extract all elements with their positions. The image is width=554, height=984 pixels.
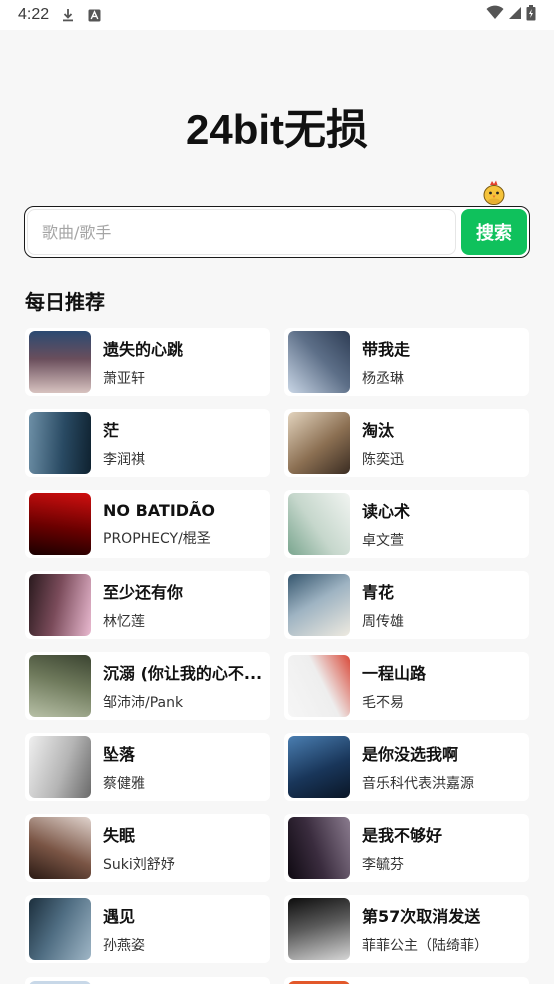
status-bar: 4:22	[0, 0, 554, 30]
status-right	[486, 4, 536, 26]
app-title: 24bit无损	[185, 106, 369, 153]
song-card[interactable]: 茫李润祺	[25, 409, 270, 477]
song-artist: 卓文萱	[362, 533, 404, 549]
download-icon	[61, 8, 75, 22]
song-artist: Suki刘舒妤	[103, 857, 175, 873]
song-card[interactable]: 带我走 杨丞琳	[284, 328, 529, 396]
song-title: 青花	[362, 583, 395, 602]
song-meta: 失眠 Suki刘舒妤	[103, 822, 175, 874]
song-title: 遇见	[103, 907, 136, 926]
wifi-icon	[486, 5, 504, 25]
battery-icon	[526, 4, 536, 26]
song-cover	[29, 574, 91, 636]
song-meta: 是你没选我啊 音乐科代表洪嘉源	[362, 741, 474, 793]
song-card[interactable]: 是你没选我啊 音乐科代表洪嘉源	[284, 733, 529, 801]
song-card[interactable]: 至少还有你 林忆莲	[25, 571, 270, 639]
song-card[interactable]: 失眠 Suki刘舒妤	[25, 814, 270, 882]
song-cover	[29, 412, 91, 474]
song-meta: 至少还有你 林忆莲	[103, 579, 183, 631]
song-cover	[29, 898, 91, 960]
song-cover	[288, 574, 350, 636]
song-meta: 茫李润祺	[103, 417, 145, 469]
song-title: 沉溺 (你让我的心不...	[103, 664, 263, 683]
song-cover	[29, 736, 91, 798]
song-title: 坠落	[103, 745, 136, 764]
song-card-partial[interactable]	[284, 977, 529, 984]
song-title: 茫	[103, 421, 120, 440]
song-artist: 萧亚轩	[103, 371, 145, 387]
song-title: 至少还有你	[103, 583, 184, 602]
song-cover	[288, 331, 350, 393]
song-meta: 是我不够好 李毓芬	[362, 822, 442, 874]
daily-recommend-title: 每日推荐	[25, 290, 105, 314]
song-artist: 杨丞琳	[362, 371, 404, 387]
song-meta: 沉溺 (你让我的心不... 邹沛沛/Pank	[103, 660, 262, 712]
song-meta: 遗失的心跳 萧亚轩	[103, 336, 183, 388]
song-artist: 毛不易	[362, 695, 404, 711]
search-button[interactable]: 搜索	[461, 209, 527, 255]
song-meta: 读心术 卓文萱	[362, 498, 410, 550]
font-a-icon	[87, 8, 101, 22]
status-time: 4:22	[18, 6, 50, 23]
song-meta: NO BATIDÃO PROPHECY/棍圣	[103, 501, 215, 548]
song-title: NO BATIDÃO	[103, 500, 216, 520]
song-artist: 菲菲公主（陆绮菲）	[362, 938, 488, 954]
song-artist: 李毓芬	[362, 857, 404, 873]
song-cover	[288, 898, 350, 960]
song-title: 失眠	[103, 826, 136, 845]
song-meta: 遇见 孙燕姿	[103, 903, 145, 955]
song-cover	[29, 493, 91, 555]
song-card[interactable]: 坠落 蔡健雅	[25, 733, 270, 801]
song-artist: 陈奕迅	[362, 452, 404, 468]
song-artist: 林忆莲	[103, 614, 145, 630]
song-title: 是你没选我啊	[362, 745, 459, 764]
song-card[interactable]: NO BATIDÃO PROPHECY/棍圣	[25, 490, 270, 558]
song-title: 是我不够好	[362, 826, 443, 845]
song-title: 读心术	[362, 502, 411, 521]
song-artist: 周传雄	[362, 614, 404, 630]
song-meta: 青花 周传雄	[362, 579, 404, 631]
song-meta: 一程山路 毛不易	[362, 660, 426, 712]
song-card[interactable]: 青花 周传雄	[284, 571, 529, 639]
song-card[interactable]: 淘汰 陈奕迅	[284, 409, 529, 477]
song-meta: 第57次取消发送 菲菲公主（陆绮菲）	[362, 903, 488, 955]
song-title: 淘汰	[362, 421, 395, 440]
chick-mascot-icon	[482, 180, 506, 206]
song-cover	[29, 817, 91, 879]
song-cover	[288, 655, 350, 717]
song-artist: 李润祺	[103, 452, 145, 468]
status-left: 4:22	[18, 6, 101, 24]
song-cover	[288, 412, 350, 474]
song-artist: PROPHECY/棍圣	[103, 530, 211, 547]
song-grid: 遗失的心跳萧亚轩 带我走杨丞琳茫李润祺 淘汰陈奕迅 NO BATIDÃO PROPHEC…	[25, 328, 529, 963]
song-title: 一程山路	[362, 664, 427, 683]
song-artist: 蔡健雅	[103, 776, 145, 792]
song-cover	[288, 817, 350, 879]
song-title: 第57次取消发送	[362, 907, 481, 926]
song-title: 带我走	[362, 340, 411, 359]
song-cover	[288, 736, 350, 798]
song-artist: 孙燕姿	[103, 938, 145, 954]
song-artist: 音乐科代表洪嘉源	[362, 776, 474, 792]
song-meta: 淘汰 陈奕迅	[362, 417, 404, 469]
song-card[interactable]: 遗失的心跳 萧亚轩	[25, 328, 270, 396]
song-card[interactable]: 一程山路 毛不易	[284, 652, 529, 720]
song-meta: 带我走 杨丞琳	[362, 336, 410, 388]
search-bar: 搜索	[24, 206, 530, 258]
song-card[interactable]: 沉溺 (你让我的心不... 邹沛沛/Pank	[25, 652, 270, 720]
song-artist: 邹沛沛/Pank	[103, 695, 184, 711]
song-title: 遗失的心跳	[103, 340, 184, 359]
song-card[interactable]: 读心术 卓文萱	[284, 490, 529, 558]
song-meta: 坠落 蔡健雅	[103, 741, 145, 793]
song-cover	[29, 655, 91, 717]
song-card[interactable]: 第57次取消发送 菲菲公主（陆绮菲）	[284, 895, 529, 963]
song-card-partial[interactable]	[25, 977, 270, 984]
song-cover	[288, 493, 350, 555]
signal-icon	[508, 6, 522, 25]
song-cover	[29, 331, 91, 393]
song-card[interactable]: 遇见 孙燕姿	[25, 895, 270, 963]
search-input[interactable]	[27, 209, 456, 255]
song-card[interactable]: 是我不够好 李毓芬	[284, 814, 529, 882]
